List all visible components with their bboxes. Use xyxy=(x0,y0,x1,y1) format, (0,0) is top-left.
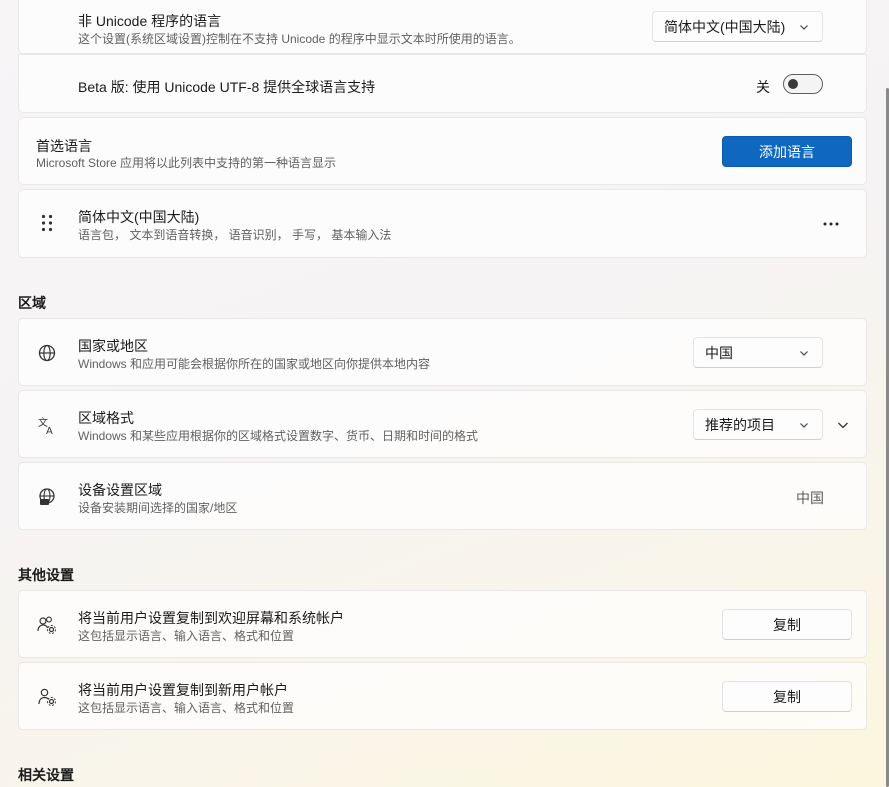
installed-language-card: 简体中文(中国大陆) 语言包， 文本到语音转换， 语音识别， 手写， 基本输入法 xyxy=(18,189,867,258)
utf8-beta-title: Beta 版: 使用 Unicode UTF-8 提供全球语言支持 xyxy=(78,79,376,95)
other-settings-section-header: 其他设置 xyxy=(18,567,74,583)
chevron-down-icon xyxy=(800,423,808,428)
non-unicode-language-dropdown-value: 简体中文(中国大陆) xyxy=(664,18,786,35)
installed-language-features: 语言包， 文本到语音转换， 语音识别， 手写， 基本输入法 xyxy=(78,228,392,242)
regional-format-subtitle: Windows 和某些应用根据你的区域格式设置数字、货币、日期和时间的格式 xyxy=(78,429,479,443)
globe-icon xyxy=(37,343,57,363)
language-format-icon: 文A xyxy=(37,415,57,435)
drag-handle-icon[interactable] xyxy=(41,214,53,232)
non-unicode-language-subtitle: 这个设置(系统区域设置)控制在不支持 Unicode 的程序中显示文本时所使用的… xyxy=(78,32,521,46)
regional-format-card[interactable]: 文A 区域格式 Windows 和某些应用根据你的区域格式设置数字、货币、日期和… xyxy=(18,390,867,458)
user-settings-icon xyxy=(37,687,57,707)
country-region-subtitle: Windows 和应用可能会根据你所在的国家或地区向你提供本地内容 xyxy=(78,357,431,371)
copy-welcome-title: 将当前用户设置复制到欢迎屏幕和系统帐户 xyxy=(78,610,344,626)
region-section-header: 区域 xyxy=(18,295,46,311)
utf8-beta-card: Beta 版: 使用 Unicode UTF-8 提供全球语言支持 关 xyxy=(18,54,867,113)
non-unicode-language-title: 非 Unicode 程序的语言 xyxy=(78,13,222,29)
utf8-toggle-state-label: 关 xyxy=(756,79,770,95)
related-settings-section-header: 相关设置 xyxy=(18,767,74,783)
country-region-dropdown[interactable]: 中国 xyxy=(693,337,823,368)
preferred-languages-subtitle: Microsoft Store 应用将以此列表中支持的第一种语言显示 xyxy=(36,156,337,170)
copy-welcome-button[interactable]: 复制 xyxy=(722,609,852,640)
copy-new-user-card: 将当前用户设置复制到新用户帐户 这包括显示语言、输入语言、格式和位置 复制 xyxy=(18,662,867,730)
non-unicode-language-card: 非 Unicode 程序的语言 这个设置(系统区域设置)控制在不支持 Unico… xyxy=(18,0,867,54)
non-unicode-language-dropdown[interactable]: 简体中文(中国大陆) xyxy=(652,11,823,42)
chevron-down-icon xyxy=(800,351,808,356)
expand-chevron-icon[interactable] xyxy=(837,419,849,431)
chevron-down-icon xyxy=(800,25,808,30)
regional-format-dropdown[interactable]: 推荐的项目 xyxy=(693,409,823,440)
preferred-languages-title: 首选语言 xyxy=(36,138,92,154)
copy-welcome-subtitle: 这包括显示语言、输入语言、格式和位置 xyxy=(78,629,295,643)
toggle-knob xyxy=(788,79,798,89)
regional-format-title: 区域格式 xyxy=(78,410,134,426)
globe-device-icon xyxy=(37,487,57,507)
device-region-card: 设备设置区域 设备安装期间选择的国家/地区 中国 xyxy=(18,462,867,530)
country-region-dropdown-value: 中国 xyxy=(705,344,733,361)
country-region-title: 国家或地区 xyxy=(78,338,148,354)
utf8-toggle-switch[interactable] xyxy=(783,74,823,94)
regional-format-dropdown-value: 推荐的项目 xyxy=(705,416,775,433)
preferred-languages-card: 首选语言 Microsoft Store 应用将以此列表中支持的第一种语言显示 … xyxy=(18,117,867,185)
add-language-button[interactable]: 添加语言 xyxy=(722,136,852,167)
copy-new-user-subtitle: 这包括显示语言、输入语言、格式和位置 xyxy=(78,701,295,715)
country-region-card: 国家或地区 Windows 和应用可能会根据你所在的国家或地区向你提供本地内容 … xyxy=(18,318,867,386)
more-icon[interactable] xyxy=(823,222,839,226)
device-region-value: 中国 xyxy=(796,490,824,506)
device-region-title: 设备设置区域 xyxy=(78,482,162,498)
svg-text:A: A xyxy=(46,426,53,435)
installed-language-name: 简体中文(中国大陆) xyxy=(78,209,200,225)
copy-new-user-title: 将当前用户设置复制到新用户帐户 xyxy=(78,682,288,698)
device-region-subtitle: 设备安装期间选择的国家/地区 xyxy=(78,501,238,515)
copy-welcome-card: 将当前用户设置复制到欢迎屏幕和系统帐户 这包括显示语言、输入语言、格式和位置 复… xyxy=(18,590,867,658)
copy-new-user-button[interactable]: 复制 xyxy=(722,681,852,712)
users-settings-icon xyxy=(37,615,57,635)
